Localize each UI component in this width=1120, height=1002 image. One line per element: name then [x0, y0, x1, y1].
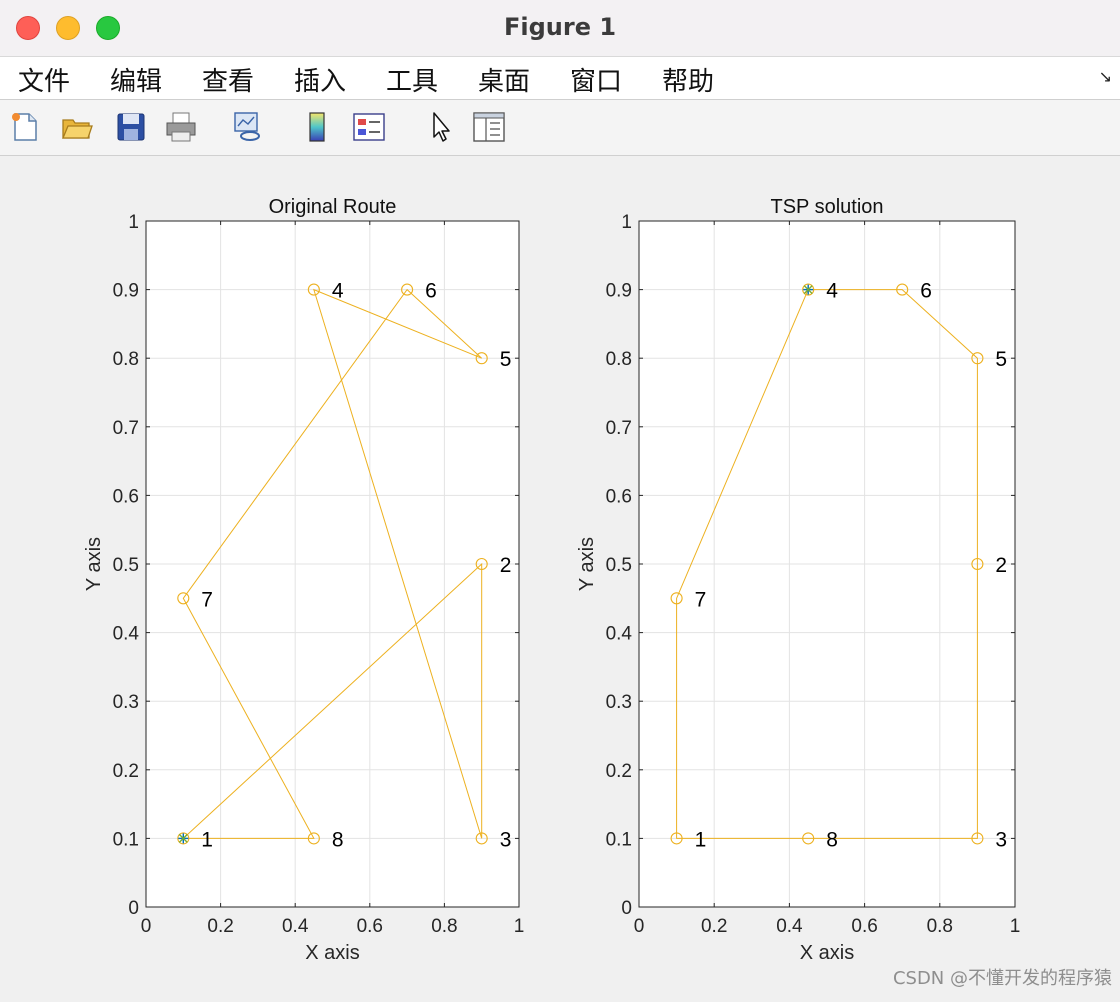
city-label: 7	[695, 588, 707, 611]
x-tick-label: 0.4	[282, 916, 309, 937]
window-title: Figure 1	[503, 13, 617, 41]
menu-file[interactable]: 文件	[18, 61, 70, 98]
city-label: 1	[201, 828, 213, 851]
y-tick-label: 0.1	[606, 829, 632, 850]
x-tick-label: 0	[634, 916, 645, 937]
y-axis-label: Y axis	[576, 537, 598, 591]
link-plot-icon[interactable]	[232, 110, 266, 144]
x-axis-label: X axis	[305, 942, 359, 964]
start-marker	[803, 284, 814, 295]
axes-2: 0 0.2 0.4 0.6 0.8 1 0 0.1 0.2 0.3 0.4 0.5 0.6 0.7 0.8 0…	[576, 196, 1020, 964]
y-tick-label: 0.6	[113, 486, 139, 507]
y-tick-label: 0	[128, 898, 139, 919]
new-figure-icon[interactable]	[8, 110, 42, 144]
chart-title: TSP solution	[770, 196, 883, 218]
city-label: 6	[425, 280, 437, 303]
menu-window[interactable]: 窗口	[570, 61, 622, 98]
menu-edit[interactable]: 编辑	[110, 61, 162, 98]
city-label: 5	[500, 348, 512, 371]
y-tick-label: 0.7	[606, 418, 632, 439]
axes-1: 0 0.2 0.4 0.6 0.8 1 0 0.1 0.2 0.3 0.4 0.5 0.6 0.7 0.8 0…	[83, 196, 524, 964]
property-inspector-icon[interactable]	[472, 110, 506, 144]
window-titlebar: Figure 1	[0, 0, 1120, 57]
y-tick-label: 0.1	[113, 829, 139, 850]
x-tick-label: 0.8	[431, 916, 457, 937]
legend-icon[interactable]	[352, 110, 386, 144]
y-tick-label: 0.9	[606, 281, 632, 302]
menu-tools[interactable]: 工具	[386, 61, 438, 98]
y-tick-label: 0.6	[606, 486, 632, 507]
city-label: 3	[995, 828, 1007, 851]
city-label: 8	[826, 828, 838, 851]
x-tick-label: 0.2	[701, 916, 727, 937]
chart-title: Original Route	[269, 196, 397, 218]
y-tick-label: 0.2	[113, 761, 139, 782]
y-tick-label: 0.2	[606, 761, 632, 782]
y-tick-label: 0.9	[113, 281, 139, 302]
x-tick-label: 0.2	[207, 916, 233, 937]
city-label: 4	[332, 280, 344, 303]
start-marker	[178, 833, 189, 844]
x-tick-label: 0.4	[776, 916, 803, 937]
city-label: 1	[695, 828, 707, 851]
y-tick-label: 0.4	[606, 624, 633, 645]
menu-desktop[interactable]: 桌面	[478, 61, 530, 98]
city-label: 6	[920, 280, 932, 303]
city-label: 2	[500, 554, 512, 577]
y-axis-label: Y axis	[83, 537, 105, 591]
x-tick-label: 1	[1010, 916, 1021, 937]
y-tick-label: 0.3	[113, 692, 139, 713]
y-tick-label: 0.7	[113, 418, 139, 439]
pointer-icon[interactable]	[424, 110, 458, 144]
x-tick-label: 0.8	[927, 916, 953, 937]
x-tick-label: 0.6	[851, 916, 877, 937]
city-label: 2	[995, 554, 1007, 577]
watermark-text: CSDN @不懂开发的程序猿	[892, 968, 1112, 989]
city-label: 8	[332, 828, 344, 851]
menu-view[interactable]: 查看	[202, 61, 254, 98]
print-icon[interactable]	[164, 110, 198, 144]
city-label: 4	[826, 280, 838, 303]
y-tick-label: 0	[621, 898, 632, 919]
figure-canvas[interactable]: 0 0.2 0.4 0.6 0.8 1 0 0.1 0.2 0.3 0.4 0.5 0.6 0.7 0.8 0…	[0, 156, 1120, 998]
open-file-icon[interactable]	[60, 110, 94, 144]
menu-bar: 文件 编辑 查看 插入 工具 桌面 窗口 帮助 ↘	[0, 57, 1120, 100]
x-axis-label: X axis	[800, 942, 854, 964]
corner-arrow-icon[interactable]: ↘	[1099, 67, 1112, 86]
y-tick-label: 1	[128, 212, 139, 233]
x-tick-label: 0.6	[357, 916, 383, 937]
city-label: 5	[995, 348, 1007, 371]
y-tick-label: 0.8	[113, 349, 139, 370]
figure-toolbar	[0, 100, 1120, 156]
city-label: 7	[201, 588, 213, 611]
city-label: 3	[500, 828, 512, 851]
plot-area: 0 0.2 0.4 0.6 0.8 1 0 0.1 0.2 0.3 0.4 0.5 0.6 0.7 0.8 0…	[0, 156, 1120, 998]
x-tick-label: 1	[514, 916, 525, 937]
x-tick-label: 0	[141, 916, 152, 937]
y-tick-label: 1	[621, 212, 632, 233]
y-tick-label: 0.5	[113, 555, 139, 576]
y-tick-label: 0.3	[606, 692, 632, 713]
y-tick-label: 0.8	[606, 349, 632, 370]
menu-insert[interactable]: 插入	[294, 61, 346, 98]
save-icon[interactable]	[114, 110, 148, 144]
menu-help[interactable]: 帮助	[662, 61, 714, 98]
y-tick-label: 0.5	[606, 555, 632, 576]
colorbar-icon[interactable]	[300, 110, 334, 144]
y-tick-label: 0.4	[113, 624, 140, 645]
